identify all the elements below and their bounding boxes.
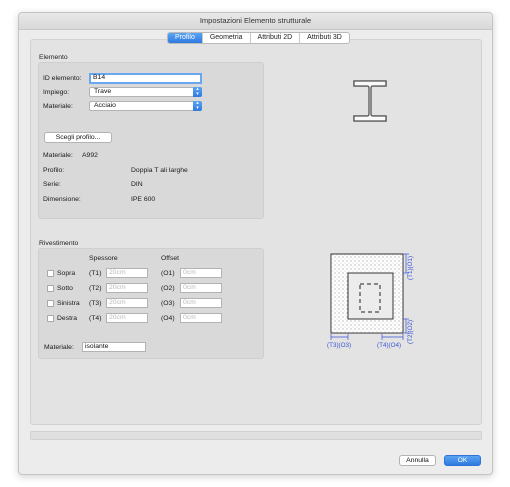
info-dimensione-value: IPE 600 <box>131 196 156 203</box>
bottom-bar <box>30 431 482 440</box>
diagram-label-t2o2: (T2)(O2) <box>407 320 414 344</box>
rivestimento-group: Spessore Offset Sopra (T1) 20cm (O1) 0cm… <box>38 248 264 359</box>
window-title: Impostazioni Elemento strutturale <box>19 13 492 30</box>
sinistra-offset-input[interactable]: 0cm <box>180 298 222 308</box>
materiale-select[interactable]: Acciaio ▴ ▾ <box>89 101 202 111</box>
sotto-checkbox[interactable] <box>47 285 54 292</box>
cladding-section-diagram: (T1)(O1) (T2)(O2) (T3)(O3) (T4)(O4) <box>327 253 414 349</box>
info-profilo-value: Doppia T ali larghe <box>131 167 188 174</box>
sotto-spessore-input[interactable]: 20cm <box>106 283 148 293</box>
destra-spessore-input[interactable]: 20cm <box>106 313 148 323</box>
info-materiale-value: A992 <box>82 152 98 159</box>
info-serie-value: DIN <box>131 181 143 188</box>
t2-label: (T2) <box>89 285 102 292</box>
tab-attributi-2d[interactable]: Attributi 2D <box>251 33 301 43</box>
impiego-select[interactable]: Trave ▴ ▾ <box>89 87 202 97</box>
section-title-rivestimento: Rivestimento <box>39 240 79 247</box>
destra-offset-input[interactable]: 0cm <box>180 313 222 323</box>
sinistra-spessore-input[interactable]: 20cm <box>106 298 148 308</box>
sopra-offset-input[interactable]: 0cm <box>180 268 222 278</box>
spessore-header: Spessore <box>89 255 118 262</box>
materiale-label: Materiale: <box>43 103 73 110</box>
offset-header: Offset <box>161 255 180 262</box>
settings-dialog: Impostazioni Elemento strutturale Elemen… <box>18 12 493 475</box>
diagram-label-t4o4: (T4)(O4) <box>377 342 401 349</box>
id-elemento-input[interactable]: B14 <box>89 73 202 84</box>
destra-label: Destra <box>57 315 78 322</box>
chevron-updown-icon: ▴ ▾ <box>193 87 202 97</box>
t3-label: (T3) <box>89 300 102 307</box>
diagram-label-t1o1: (T1)(O1) <box>407 256 414 280</box>
sopra-label: Sopra <box>57 270 76 277</box>
sinistra-label: Sinistra <box>57 300 80 307</box>
sinistra-checkbox[interactable] <box>47 300 54 307</box>
info-dimensione-label: Dimensione: <box>43 196 81 203</box>
sotto-offset-input[interactable]: 0cm <box>180 283 222 293</box>
ok-button[interactable]: OK <box>444 455 481 466</box>
tab-geometria[interactable]: Geometria <box>203 33 251 43</box>
rivestimento-materiale-label: Materiale: <box>44 344 74 351</box>
tab-bar: Profilo Geometria Attributi 2D Attributi… <box>167 32 350 44</box>
i-beam-profile-icon <box>353 80 387 122</box>
section-title-elemento: Elemento <box>39 54 68 61</box>
rivestimento-materiale-input[interactable]: isolante <box>82 342 146 352</box>
sopra-checkbox[interactable] <box>47 270 54 277</box>
o2-label: (O2) <box>161 285 175 292</box>
diagram-label-t3o3: (T3)(O3) <box>327 342 351 349</box>
o1-label: (O1) <box>161 270 175 277</box>
destra-checkbox[interactable] <box>47 315 54 322</box>
t1-label: (T1) <box>89 270 102 277</box>
tab-attributi-3d[interactable]: Attributi 3D <box>300 33 349 43</box>
content-panel: Elemento ID elemento: B14 Impiego: Trave… <box>30 39 482 425</box>
sotto-label: Sotto <box>57 285 73 292</box>
tab-profilo[interactable]: Profilo <box>168 33 203 43</box>
annulla-button[interactable]: Annulla <box>399 455 436 466</box>
info-profilo-label: Profilo: <box>43 167 65 174</box>
o3-label: (O3) <box>161 300 175 307</box>
sopra-spessore-input[interactable]: 20cm <box>106 268 148 278</box>
info-serie-label: Serie: <box>43 181 61 188</box>
impiego-label: Impiego: <box>43 89 70 96</box>
impiego-value: Trave <box>94 88 112 95</box>
materiale-value: Acciaio <box>94 102 116 109</box>
t4-label: (T4) <box>89 315 102 322</box>
info-materiale-label: Materiale: <box>43 152 73 159</box>
o4-label: (O4) <box>161 315 175 322</box>
elemento-group: ID elemento: B14 Impiego: Trave ▴ ▾ Mater… <box>38 62 264 219</box>
scegli-profilo-button[interactable]: Scegli profilo... <box>44 132 112 143</box>
id-elemento-label: ID elemento: <box>43 75 82 82</box>
chevron-updown-icon: ▴ ▾ <box>193 101 202 111</box>
